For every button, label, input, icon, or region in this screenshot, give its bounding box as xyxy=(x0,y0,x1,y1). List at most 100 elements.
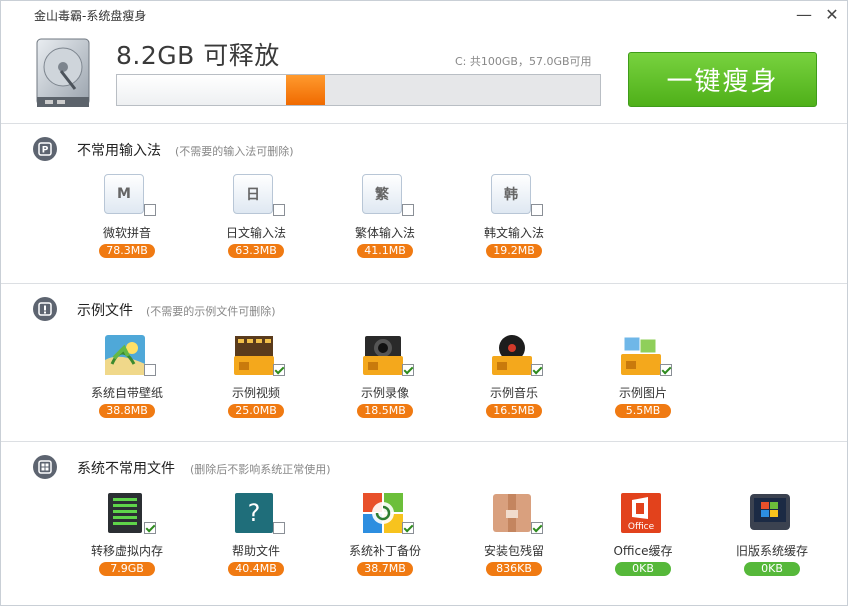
item-microsoft-pinyin[interactable]: M 微软拼音 78.3MB xyxy=(72,174,182,274)
windows-update-icon xyxy=(362,492,404,534)
summary-header: 8.2GB 可释放 C: 共100GB，57.0GB可用 一键瘦身 xyxy=(1,27,847,123)
item-checkbox[interactable] xyxy=(402,364,414,376)
item-label: 示例音乐 xyxy=(489,386,538,400)
item-checkbox[interactable] xyxy=(144,364,156,376)
item-sample-music[interactable]: 示例音乐 16.5MB xyxy=(459,334,569,434)
item-size-badge: 16.5MB xyxy=(486,404,542,418)
old-windows-monitor-icon xyxy=(749,492,791,534)
video-folder-icon xyxy=(233,334,275,376)
item-size-badge: 19.2MB xyxy=(486,244,542,258)
item-checkbox[interactable] xyxy=(531,522,543,534)
item-label: 日文输入法 xyxy=(225,226,286,240)
title-bar: 金山毒霸-系统盘瘦身 — ✕ xyxy=(1,1,847,27)
minimize-button[interactable]: — xyxy=(791,3,817,25)
disk-progress-bar xyxy=(116,74,601,106)
item-help-files[interactable]: ? 帮助文件 40.4MB xyxy=(201,492,311,592)
item-label: 示例录像 xyxy=(360,386,409,400)
grid-section-icon xyxy=(33,455,57,479)
item-checkbox[interactable] xyxy=(144,204,156,216)
alert-section-icon xyxy=(33,297,57,321)
hard-disk-icon xyxy=(35,37,91,111)
music-disc-folder-icon xyxy=(491,334,533,376)
item-size-badge: 40.4MB xyxy=(228,562,284,576)
item-size-badge: 0KB xyxy=(615,562,671,576)
item-checkbox[interactable] xyxy=(531,364,543,376)
disk-used-segment xyxy=(117,75,287,105)
item-old-system-cache[interactable]: 旧版系统缓存 0KB xyxy=(717,492,827,592)
item-sample-recordings[interactable]: 示例录像 18.5MB xyxy=(330,334,440,434)
item-korean-ime[interactable]: 韩 韩文输入法 19.2MB xyxy=(459,174,569,274)
section-subtitle: (不需要的输入法可删除) xyxy=(175,145,294,158)
item-size-badge: 18.5MB xyxy=(357,404,413,418)
item-size-badge: 41.1MB xyxy=(357,244,413,258)
item-size-badge: 25.0MB xyxy=(228,404,284,418)
section-title: 示例文件 xyxy=(77,303,133,319)
item-japanese-ime[interactable]: 日 日文输入法 63.3MB xyxy=(201,174,311,274)
section-title: 系统不常用文件 xyxy=(77,461,175,477)
package-box-icon xyxy=(491,492,533,534)
section-subtitle: (删除后不影响系统正常使用) xyxy=(190,463,331,476)
keyboard-m-icon: M xyxy=(104,174,146,216)
app-window: 金山毒霸-系统盘瘦身 — ✕ 8.2GB 可释放 C: 共100GB，57.0G… xyxy=(0,0,848,606)
item-label: 微软拼音 xyxy=(102,226,151,240)
item-label: 韩文输入法 xyxy=(483,226,544,240)
memory-chip-icon xyxy=(104,492,146,534)
item-size-badge: 0KB xyxy=(744,562,800,576)
item-size-badge: 7.9GB xyxy=(99,562,155,576)
item-system-wallpaper[interactable]: 系统自带壁纸 38.8MB xyxy=(72,334,182,434)
disk-releasable-segment xyxy=(286,75,325,105)
svg-text:?: ? xyxy=(248,499,261,527)
item-installer-leftovers[interactable]: 安装包残留 836KB xyxy=(459,492,569,592)
section-system-files: 系统不常用文件 (删除后不影响系统正常使用) 转移虚拟内存 7.9GB ? 帮助… xyxy=(1,441,847,605)
item-size-badge: 38.7MB xyxy=(357,562,413,576)
item-checkbox[interactable] xyxy=(660,364,672,376)
item-label: 繁体输入法 xyxy=(354,226,415,240)
keyboard-han-icon: 韩 xyxy=(491,174,533,216)
section-ime: P 不常用输入法 (不需要的输入法可删除) M 微软拼音 78.3MB 日 日文… xyxy=(1,123,847,284)
item-size-badge: 5.5MB xyxy=(615,404,671,418)
releasable-size-headline: 8.2GB 可释放 xyxy=(116,41,280,70)
svg-text:P: P xyxy=(42,146,49,156)
item-label: 安装包残留 xyxy=(483,544,544,558)
office-logo-icon: Office xyxy=(620,492,662,534)
section-title: 不常用输入法 xyxy=(77,143,161,159)
one-click-slim-button[interactable]: 一键瘦身 xyxy=(628,52,817,107)
wallpaper-icon xyxy=(104,334,146,376)
item-checkbox[interactable] xyxy=(402,522,414,534)
item-label: Office缓存 xyxy=(613,544,673,558)
item-label: 示例视频 xyxy=(231,386,280,400)
item-label: 转移虚拟内存 xyxy=(90,544,163,558)
item-checkbox[interactable] xyxy=(273,522,285,534)
svg-text:Office: Office xyxy=(628,522,655,532)
item-label: 系统自带壁纸 xyxy=(90,386,163,400)
section-sample-files: 示例文件 (不需要的示例文件可删除) 系统自带壁纸 38.8MB 示例视频 25… xyxy=(1,283,847,442)
item-label: 旧版系统缓存 xyxy=(735,544,808,558)
item-size-badge: 836KB xyxy=(486,562,542,576)
close-button[interactable]: ✕ xyxy=(819,3,845,25)
keyboard-fan-icon: 繁 xyxy=(362,174,404,216)
item-label: 系统补丁备份 xyxy=(348,544,421,558)
item-checkbox[interactable] xyxy=(402,204,414,216)
item-size-badge: 38.8MB xyxy=(99,404,155,418)
item-sample-videos[interactable]: 示例视频 25.0MB xyxy=(201,334,311,434)
item-checkbox[interactable] xyxy=(273,204,285,216)
window-title: 金山毒霸-系统盘瘦身 xyxy=(34,9,147,23)
item-move-virtual-memory[interactable]: 转移虚拟内存 7.9GB xyxy=(72,492,182,592)
item-checkbox[interactable] xyxy=(144,522,156,534)
picture-folder-icon xyxy=(620,334,662,376)
item-label: 帮助文件 xyxy=(231,544,280,558)
item-office-cache[interactable]: Office Office缓存 0KB xyxy=(588,492,698,592)
disk-usage-text: C: 共100GB，57.0GB可用 xyxy=(455,55,592,68)
item-size-badge: 63.3MB xyxy=(228,244,284,258)
keyboard-ri-icon: 日 xyxy=(233,174,275,216)
item-patch-backup[interactable]: 系统补丁备份 38.7MB xyxy=(330,492,440,592)
item-checkbox[interactable] xyxy=(531,204,543,216)
item-traditional-ime[interactable]: 繁 繁体输入法 41.1MB xyxy=(330,174,440,274)
section-subtitle: (不需要的示例文件可删除) xyxy=(146,305,276,318)
camera-folder-icon xyxy=(362,334,404,376)
item-size-badge: 78.3MB xyxy=(99,244,155,258)
item-sample-pictures[interactable]: 示例图片 5.5MB xyxy=(588,334,698,434)
item-label: 示例图片 xyxy=(618,386,667,400)
item-checkbox[interactable] xyxy=(273,364,285,376)
ime-section-icon: P xyxy=(33,137,57,161)
